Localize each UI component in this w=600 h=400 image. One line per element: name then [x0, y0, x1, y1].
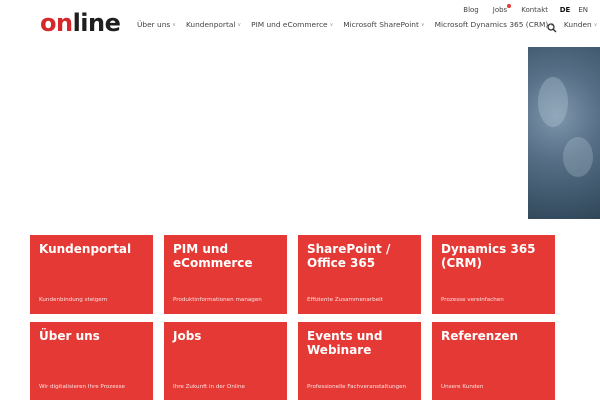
nav-item-sharepoint[interactable]: Microsoft SharePoint ∨ — [343, 18, 429, 31]
tile-sharepoint[interactable]: SharePoint / Office 365 Effiziente Zusam… — [298, 235, 421, 314]
tile-subtitle: Ihre Zukunft in der Online — [173, 384, 245, 390]
hero-image-highlight — [563, 137, 593, 177]
chevron-down-icon: ∨ — [593, 21, 598, 28]
tile-title: SharePoint / Office 365 — [307, 242, 391, 270]
lang-de[interactable]: DE — [560, 4, 571, 16]
tile-subtitle: Produktinformationen managen — [173, 297, 262, 303]
tile-subtitle: Unsere Kunden — [441, 384, 484, 390]
nav-item-ueber-uns[interactable]: Über uns ∨ — [137, 18, 181, 31]
nav-item-label: Über uns — [137, 20, 171, 29]
nav-item-pim[interactable]: PIM und eCommerce ∨ — [251, 18, 338, 31]
lang-en[interactable]: EN — [578, 4, 588, 16]
tile-dynamics[interactable]: Dynamics 365 (CRM) Prozesse vereinfachen — [432, 235, 555, 314]
nav-item-label: Kundenportal — [185, 20, 236, 29]
tile-title: Jobs — [173, 329, 202, 343]
tile-kundenportal[interactable]: Kundenportal Kundenbindung steigern — [30, 235, 153, 314]
tile-ueber-uns[interactable]: Über uns Wir digitalisieren Ihre Prozess… — [30, 322, 153, 400]
topbar-link-jobs[interactable]: Jobs — [486, 4, 514, 16]
nav-item-label: Microsoft Dynamics 365 (CRM) — [434, 20, 549, 29]
tile-title: Kundenportal — [39, 242, 132, 256]
tile-referenzen[interactable]: Referenzen Unsere Kunden — [432, 322, 555, 400]
nav-item-kunden[interactable]: Kunden ∨ — [564, 18, 600, 31]
tile-title: Dynamics 365 (CRM) — [441, 242, 536, 270]
logo-part-line: line — [72, 9, 121, 37]
tile-title: Referenzen — [441, 329, 519, 343]
tile-subtitle: Wir digitalisieren Ihre Prozesse — [39, 384, 125, 390]
tile-events[interactable]: Events und Webinare Professionelle Fachv… — [298, 322, 421, 400]
hero-image-highlight — [538, 77, 568, 127]
top-utility-nav: Blog Jobs Kontakt — [456, 4, 555, 16]
topbar-link-kontakt[interactable]: Kontakt — [514, 4, 555, 16]
tile-subtitle: Kundenbindung steigern — [39, 297, 108, 303]
nav-item-label: Microsoft SharePoint — [343, 20, 419, 29]
hero-image — [528, 47, 600, 219]
tile-subtitle: Professionelle Fachveranstaltungen — [307, 384, 407, 390]
chevron-down-icon: ∨ — [237, 21, 242, 28]
chevron-down-icon: ∨ — [420, 21, 425, 28]
tile-subtitle: Prozesse vereinfachen — [441, 297, 504, 303]
logo-part-on: on — [40, 9, 73, 37]
tile-jobs[interactable]: Jobs Ihre Zukunft in der Online — [164, 322, 287, 400]
nav-item-kundenportal[interactable]: Kundenportal ∨ — [186, 18, 246, 31]
tile-subtitle: Effiziente Zusammenarbeit — [307, 297, 383, 303]
nav-item-label: Kunden — [563, 20, 592, 29]
nav-item-dynamics[interactable]: Microsoft Dynamics 365 (CRM) ∨ — [435, 18, 559, 31]
topbar-link-blog[interactable]: Blog — [456, 4, 485, 16]
tile-title: PIM und eCommerce — [173, 242, 253, 270]
nav-item-label: PIM und eCommerce — [251, 20, 328, 29]
notification-dot-icon — [507, 4, 512, 8]
chevron-down-icon: ∨ — [329, 21, 334, 28]
search-icon — [547, 23, 557, 33]
topbar-link-jobs-label: Jobs — [492, 6, 508, 14]
tile-pim[interactable]: PIM und eCommerce Produktinformationen m… — [164, 235, 287, 314]
tile-title: Über uns — [39, 329, 100, 343]
language-switcher: DE EN — [560, 4, 588, 16]
logo[interactable]: online — [40, 9, 121, 37]
main-nav: Über uns ∨ Kundenportal ∨ PIM und eCommerc… — [137, 18, 600, 31]
chevron-down-icon: ∨ — [172, 21, 176, 28]
search-button[interactable] — [547, 18, 557, 33]
tile-title: Events und Webinare — [307, 329, 383, 357]
